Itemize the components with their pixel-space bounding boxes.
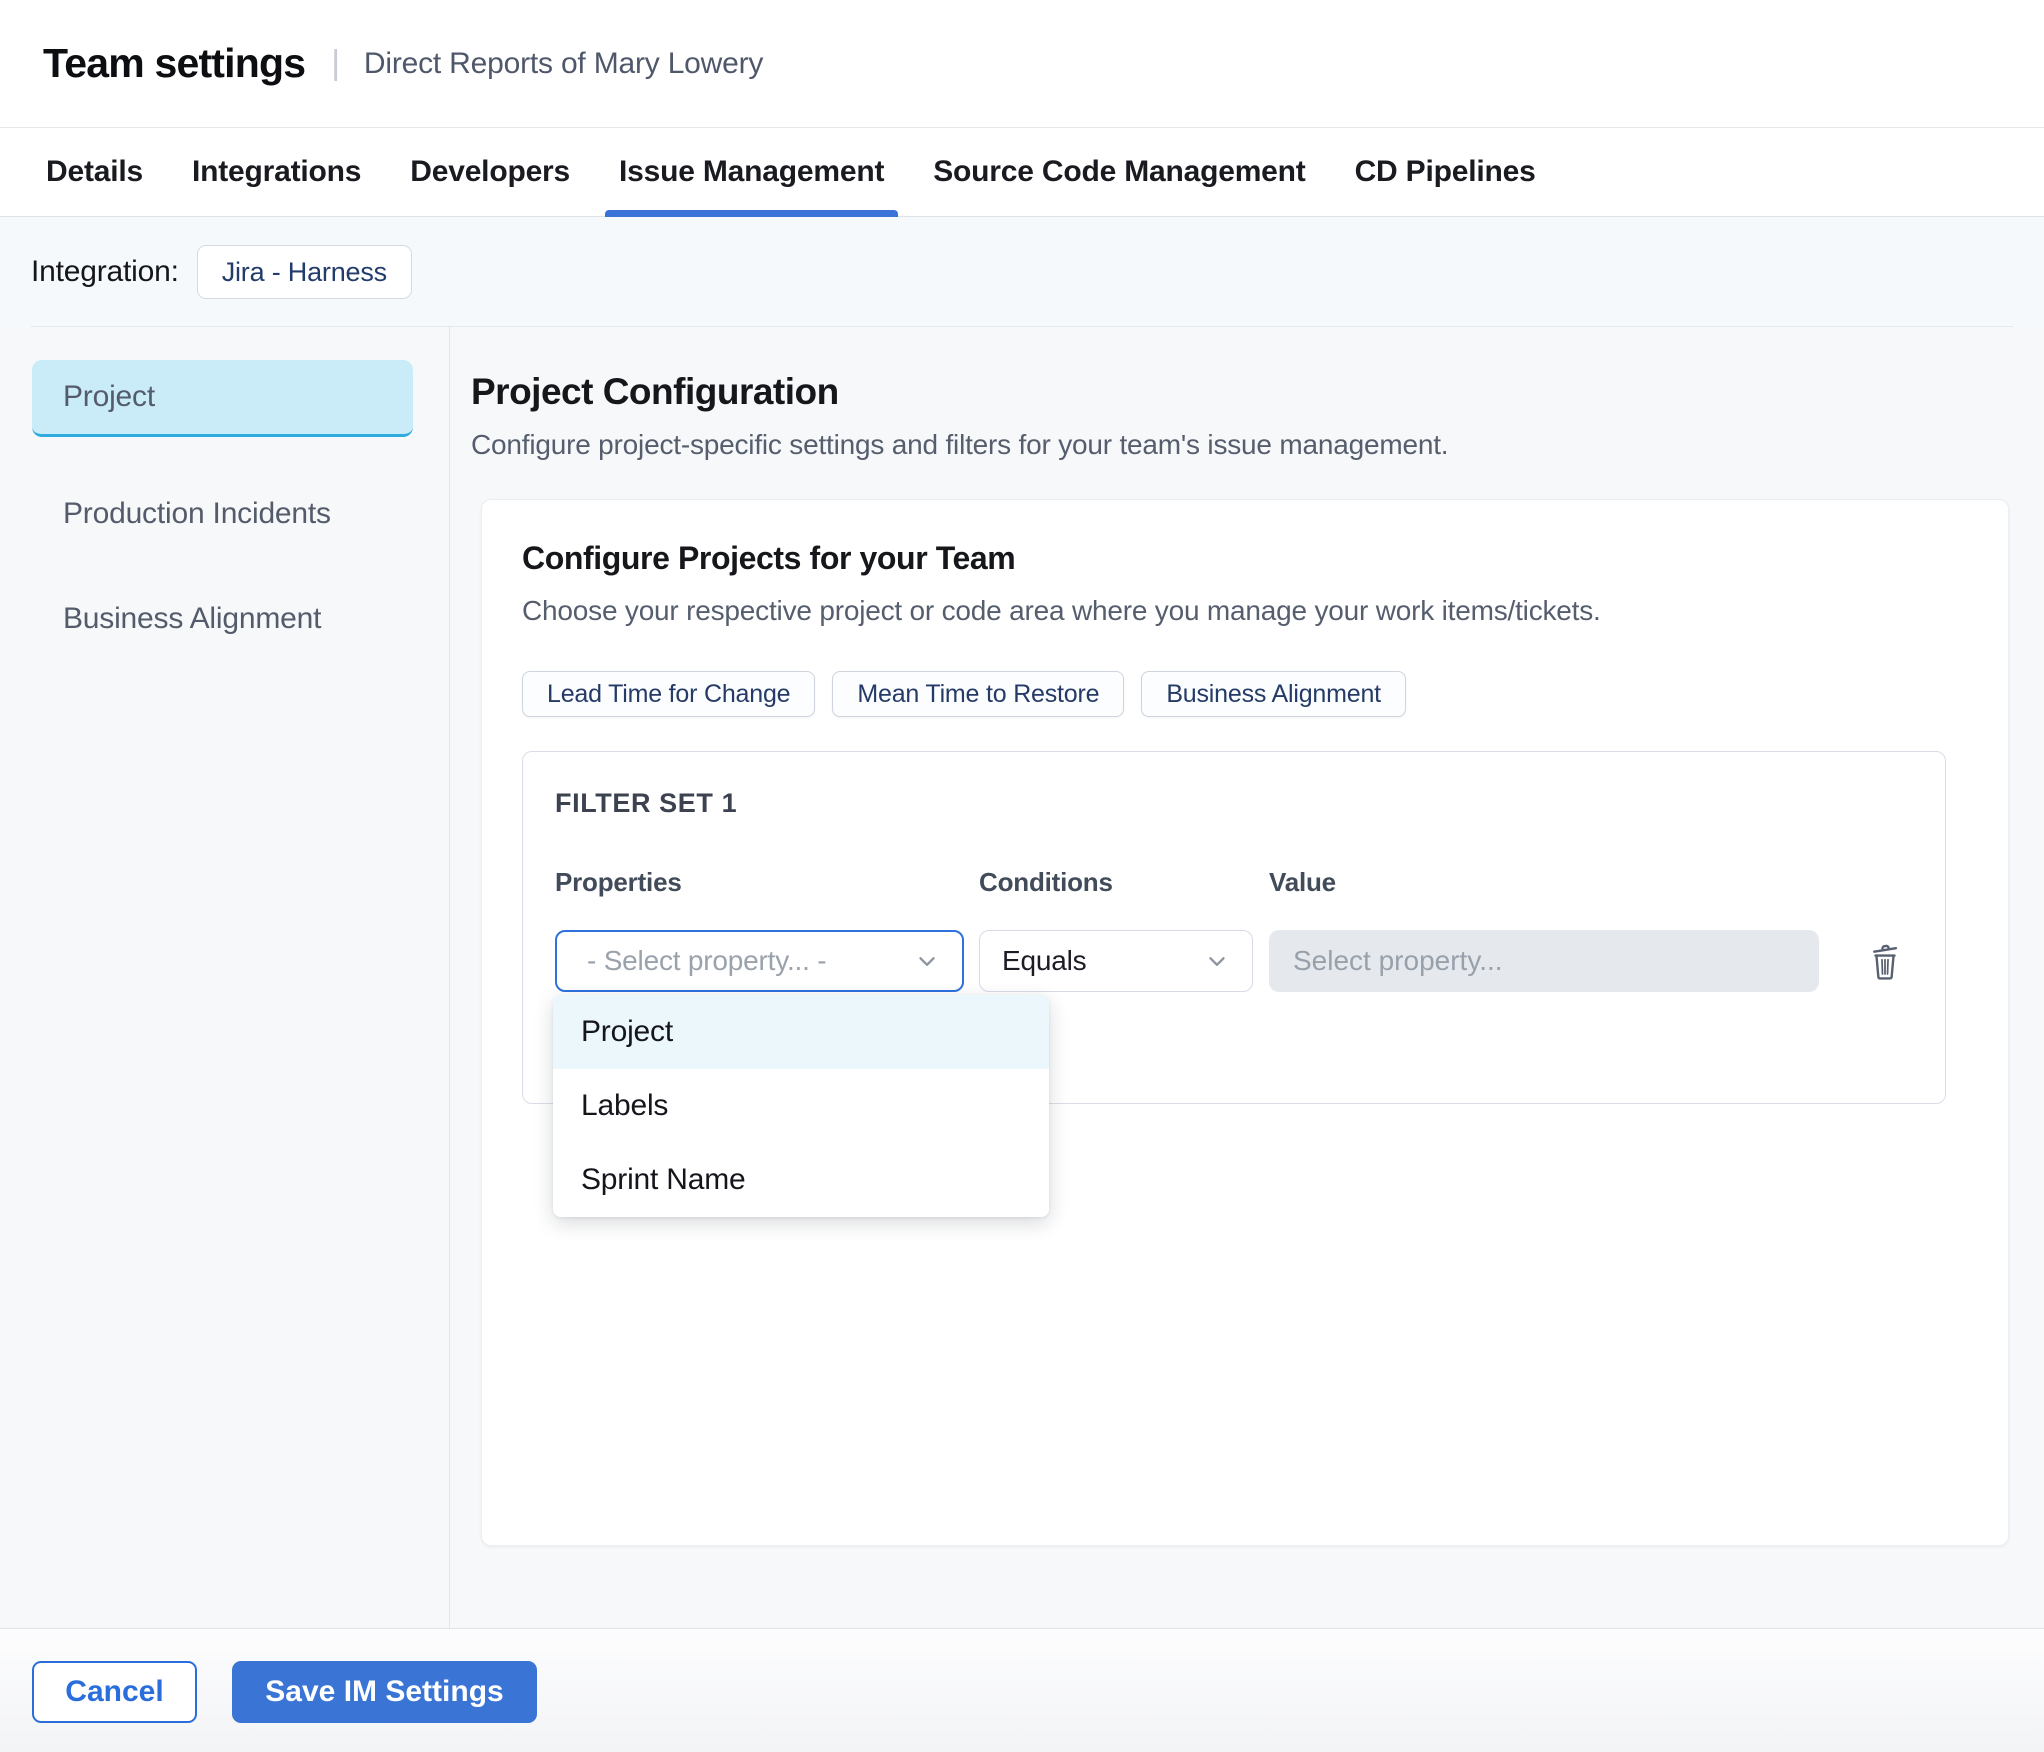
conditions-column-label: Conditions <box>979 867 1113 897</box>
filter-set-title: FILTER SET 1 <box>555 788 738 818</box>
main-panel: Project Configuration Configure project-… <box>451 327 2044 1628</box>
cancel-button[interactable]: Cancel <box>32 1661 197 1723</box>
property-dropdown-menu: Project Labels Sprint Name <box>553 995 1049 1217</box>
active-tab-underline <box>605 210 899 217</box>
dropdown-option-project[interactable]: Project <box>553 995 1049 1069</box>
chip-business-alignment[interactable]: Business Alignment <box>1141 671 1406 717</box>
dropdown-option-labels[interactable]: Labels <box>553 1069 1049 1143</box>
tab-integrations[interactable]: Integrations <box>192 128 361 216</box>
sidebar-item-business-alignment[interactable]: Business Alignment <box>32 580 413 657</box>
integration-label: Integration: <box>31 255 179 288</box>
metric-chips-row: Lead Time for Change Mean Time to Restor… <box>522 671 1968 717</box>
card-title: Configure Projects for your Team <box>522 540 1016 576</box>
tab-details[interactable]: Details <box>46 128 143 216</box>
trash-icon <box>1873 944 1898 980</box>
value-input[interactable] <box>1269 930 1819 992</box>
chevron-down-icon <box>919 957 935 966</box>
property-select-placeholder: - Select property... - <box>587 945 827 976</box>
section-description: Configure project-specific settings and … <box>471 429 1449 460</box>
property-select[interactable]: - Select property... - <box>555 930 964 992</box>
section-title: Project Configuration <box>471 371 839 412</box>
sidebar-item-project[interactable]: Project <box>32 360 413 437</box>
team-name-subtitle: Direct Reports of Mary Lowery <box>363 46 764 80</box>
filter-controls-row: - Select property... - Equals <box>555 930 1913 992</box>
page-header: Team settings | Direct Reports of Mary L… <box>0 0 2044 128</box>
card-description: Choose your respective project or code a… <box>522 595 1601 626</box>
dropdown-option-sprint-name[interactable]: Sprint Name <box>553 1143 1049 1217</box>
condition-select-value: Equals <box>1002 945 1087 976</box>
filter-set-1: FILTER SET 1 Properties Conditions Value… <box>522 751 1946 1217</box>
condition-select[interactable]: Equals <box>979 930 1253 992</box>
sidebar-item-production-incidents[interactable]: Production Incidents <box>32 475 413 552</box>
page-title: Team settings <box>43 40 306 86</box>
content-area: Project Production Incidents Business Al… <box>0 327 2044 1628</box>
integration-row: Integration: Jira - Harness <box>0 217 2044 327</box>
value-column-label: Value <box>1269 867 1336 897</box>
tab-developers[interactable]: Developers <box>410 128 570 216</box>
title-separator: | <box>331 44 340 82</box>
save-im-settings-button[interactable]: Save IM Settings <box>232 1661 537 1723</box>
footer-bar: Cancel Save IM Settings <box>0 1628 2044 1752</box>
configure-projects-card: Configure Projects for your Team Choose … <box>481 499 2009 1546</box>
settings-tabbar: Details Integrations Developers Issue Ma… <box>0 128 2044 217</box>
tab-source-code-management[interactable]: Source Code Management <box>933 128 1306 216</box>
tab-cd-pipelines[interactable]: CD Pipelines <box>1355 128 1536 216</box>
properties-column-label: Properties <box>555 867 682 897</box>
delete-filter-button[interactable] <box>1863 937 1907 985</box>
filter-column-headers: Properties Conditions Value <box>555 867 1913 898</box>
integration-chip-jira-harness[interactable]: Jira - Harness <box>196 245 412 299</box>
settings-sidebar: Project Production Incidents Business Al… <box>0 327 450 1628</box>
tab-issue-management[interactable]: Issue Management <box>605 128 899 217</box>
chevron-down-icon <box>1209 957 1225 966</box>
chip-lead-time-for-change[interactable]: Lead Time for Change <box>522 671 816 717</box>
chip-mean-time-to-restore[interactable]: Mean Time to Restore <box>832 671 1125 717</box>
